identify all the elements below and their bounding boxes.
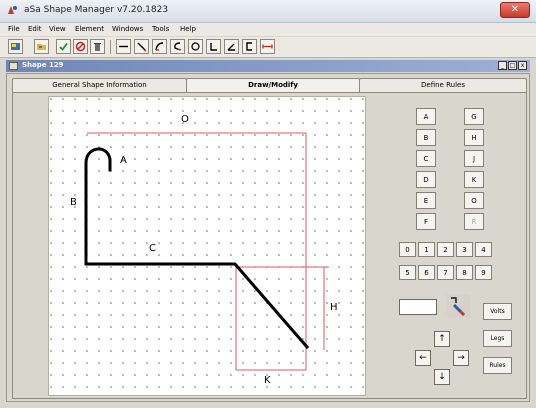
- line-tool-button[interactable]: [116, 39, 131, 54]
- menu-tools[interactable]: Tools: [152, 25, 169, 33]
- menu-edit[interactable]: Edit: [28, 25, 42, 33]
- no-icon: [75, 41, 86, 52]
- shape-window-titlebar: Shape 129 _ □ x: [6, 60, 530, 72]
- delete-button[interactable]: [90, 39, 105, 54]
- hook-tool-button[interactable]: [170, 39, 185, 54]
- dimension-label-h: H: [330, 302, 338, 313]
- app-icon: [8, 6, 17, 14]
- number-button-9[interactable]: 9: [475, 265, 492, 280]
- window-title: aSa Shape Manager v7.20.1823: [24, 5, 169, 15]
- toolbar: [0, 37, 536, 58]
- circle-tool-button[interactable]: [188, 39, 203, 54]
- arrow-up-button[interactable]: ↑: [434, 331, 450, 347]
- open-shape-button[interactable]: [8, 39, 23, 54]
- toolbar-separator: [110, 40, 111, 54]
- curve-icon: [155, 42, 164, 51]
- open-icon: [11, 43, 20, 50]
- dimension-icon: [262, 44, 273, 49]
- dimension-label-a: A: [120, 155, 127, 166]
- bracket-tool-button[interactable]: [242, 39, 257, 54]
- bracket-icon: [246, 42, 252, 51]
- letter-button-g[interactable]: G: [464, 108, 484, 125]
- number-button-6[interactable]: 6: [418, 265, 435, 280]
- letter-button-h[interactable]: H: [464, 129, 484, 146]
- number-button-7[interactable]: 7: [437, 265, 454, 280]
- dimension-label-c: C: [149, 243, 156, 254]
- drawing-svg: [49, 97, 367, 397]
- angle-icon: [227, 43, 235, 51]
- close-button[interactable]: ✕: [500, 2, 530, 18]
- volts-button[interactable]: Volts: [483, 303, 512, 320]
- check-icon: [59, 42, 68, 51]
- dimension-label-b: B: [70, 197, 77, 208]
- number-button-3[interactable]: 3: [456, 242, 473, 257]
- slash-icon: [137, 42, 147, 52]
- rules-button[interactable]: Rules: [483, 357, 512, 374]
- number-button-2[interactable]: 2: [437, 242, 454, 257]
- letter-button-b[interactable]: B: [416, 129, 436, 146]
- letter-button-a[interactable]: A: [416, 108, 436, 125]
- tab-draw-modify[interactable]: Draw/Modify: [186, 78, 360, 92]
- number-button-1[interactable]: 1: [418, 242, 435, 257]
- menu-windows[interactable]: Windows: [112, 25, 143, 33]
- letter-button-j[interactable]: J: [464, 150, 484, 167]
- shape-manager-window: aSa Shape Manager v7.20.1823 ✕ File Edit…: [0, 0, 536, 408]
- number-button-5[interactable]: 5: [399, 265, 416, 280]
- shape-close-button[interactable]: x: [518, 61, 527, 70]
- tab-general-shape-information[interactable]: General Shape Information: [12, 78, 187, 92]
- letter-button-r[interactable]: R: [464, 213, 484, 230]
- tab-define-rules[interactable]: Define Rules: [359, 78, 527, 92]
- number-button-8[interactable]: 8: [456, 265, 473, 280]
- circle-icon: [191, 42, 200, 51]
- window-titlebar: aSa Shape Manager v7.20.1823 ✕: [0, 0, 536, 23]
- menu-help[interactable]: Help: [180, 25, 196, 33]
- line-icon: [119, 45, 128, 48]
- letter-button-e[interactable]: E: [416, 192, 436, 209]
- legs-button[interactable]: Legs: [483, 330, 512, 347]
- arrow-right-button[interactable]: →: [453, 350, 469, 366]
- cancel-button[interactable]: [73, 39, 88, 54]
- menu-bar: File Edit View Element Windows Tools Hel…: [0, 23, 536, 36]
- dimension-tool-button[interactable]: [260, 39, 275, 54]
- curve-tool-button[interactable]: [152, 39, 167, 54]
- paint-tool-icon[interactable]: [446, 294, 470, 318]
- number-button-0[interactable]: 0: [399, 242, 416, 257]
- number-button-4[interactable]: 4: [475, 242, 492, 257]
- letter-button-k[interactable]: K: [464, 171, 484, 188]
- grid-dots: [49, 97, 367, 397]
- arrow-left-button[interactable]: ←: [415, 350, 431, 366]
- letter-button-c[interactable]: C: [416, 150, 436, 167]
- menu-file[interactable]: File: [8, 25, 20, 33]
- corner-icon: [210, 43, 217, 51]
- letter-button-o[interactable]: O: [464, 192, 484, 209]
- menu-view[interactable]: View: [49, 25, 66, 33]
- dimension-label-k: K: [264, 375, 271, 386]
- drawing-canvas[interactable]: [48, 96, 367, 397]
- minimize-button[interactable]: _: [498, 61, 507, 70]
- arrow-down-button[interactable]: ↓: [434, 369, 450, 385]
- accept-button[interactable]: [56, 39, 71, 54]
- shape-window-title: Shape 129: [22, 61, 64, 69]
- dimension-label-o: O: [181, 114, 189, 125]
- value-input[interactable]: [399, 299, 437, 315]
- menu-element[interactable]: Element: [75, 25, 104, 33]
- angle-tool-button[interactable]: [224, 39, 239, 54]
- letter-button-d[interactable]: D: [416, 171, 436, 188]
- diagonal-tool-button[interactable]: [134, 39, 149, 54]
- corner-tool-button[interactable]: [206, 39, 221, 54]
- maximize-button[interactable]: □: [508, 61, 517, 70]
- shape-window-icon: [9, 62, 18, 70]
- trash-icon: [94, 43, 101, 51]
- folder-icon: [37, 44, 46, 50]
- folder-button[interactable]: [34, 39, 49, 54]
- letter-button-f[interactable]: F: [416, 213, 436, 230]
- hook-icon: [174, 42, 182, 51]
